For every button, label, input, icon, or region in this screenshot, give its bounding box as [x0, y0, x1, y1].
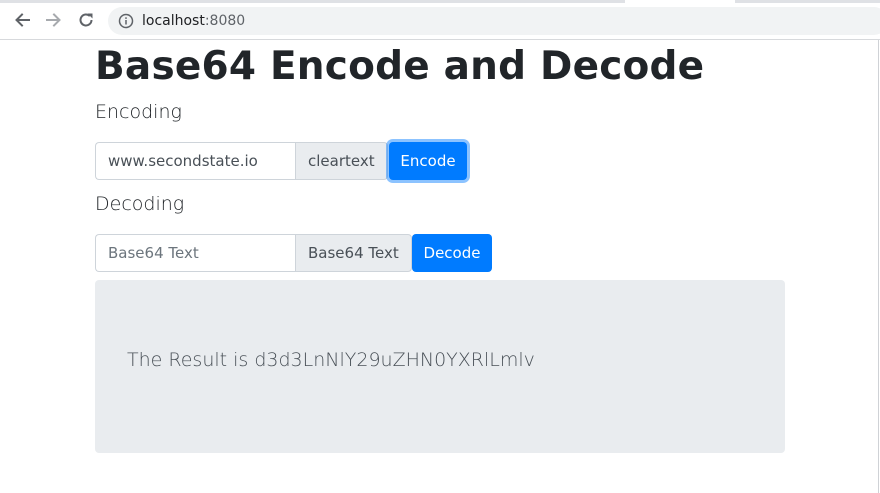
address-bar[interactable]: localhost:8080: [108, 7, 880, 35]
base64-addon: Base64 Text: [295, 234, 412, 272]
reload-icon: [79, 13, 93, 27]
reload-button[interactable]: [74, 8, 98, 32]
url-host: localhost: [142, 13, 205, 29]
forward-button[interactable]: [42, 8, 66, 32]
cleartext-input[interactable]: www.secondstate.io: [95, 142, 295, 180]
encoding-label: Encoding: [95, 101, 182, 123]
arrow-right-icon: [46, 13, 61, 27]
encoding-input-group: www.secondstate.io cleartext: [95, 142, 388, 180]
decode-button[interactable]: Decode: [412, 234, 492, 272]
decoding-label: Decoding: [95, 193, 185, 215]
result-panel: The Result is d3d3LnNlY29uZHN0YXRlLmlv: [95, 280, 785, 453]
encode-button[interactable]: Encode: [389, 142, 467, 180]
url-text: localhost:8080: [142, 13, 245, 29]
arrow-left-icon: [15, 13, 30, 27]
page-title: Base64 Encode and Decode: [95, 44, 705, 89]
tab-strip-edge: [0, 0, 625, 3]
cleartext-addon: cleartext: [295, 142, 388, 180]
back-button[interactable]: [10, 8, 34, 32]
decoding-input-group: Base64 Text Base64 Text: [95, 234, 412, 272]
info-icon[interactable]: [118, 13, 134, 29]
base64-input[interactable]: Base64 Text: [95, 234, 295, 272]
browser-toolbar: localhost:8080: [0, 0, 880, 40]
page-right-edge: [878, 40, 879, 493]
url-port: :8080: [204, 13, 246, 29]
result-text: The Result is d3d3LnNlY29uZHN0YXRlLmlv: [127, 349, 535, 371]
tab-strip-edge: [735, 0, 880, 3]
